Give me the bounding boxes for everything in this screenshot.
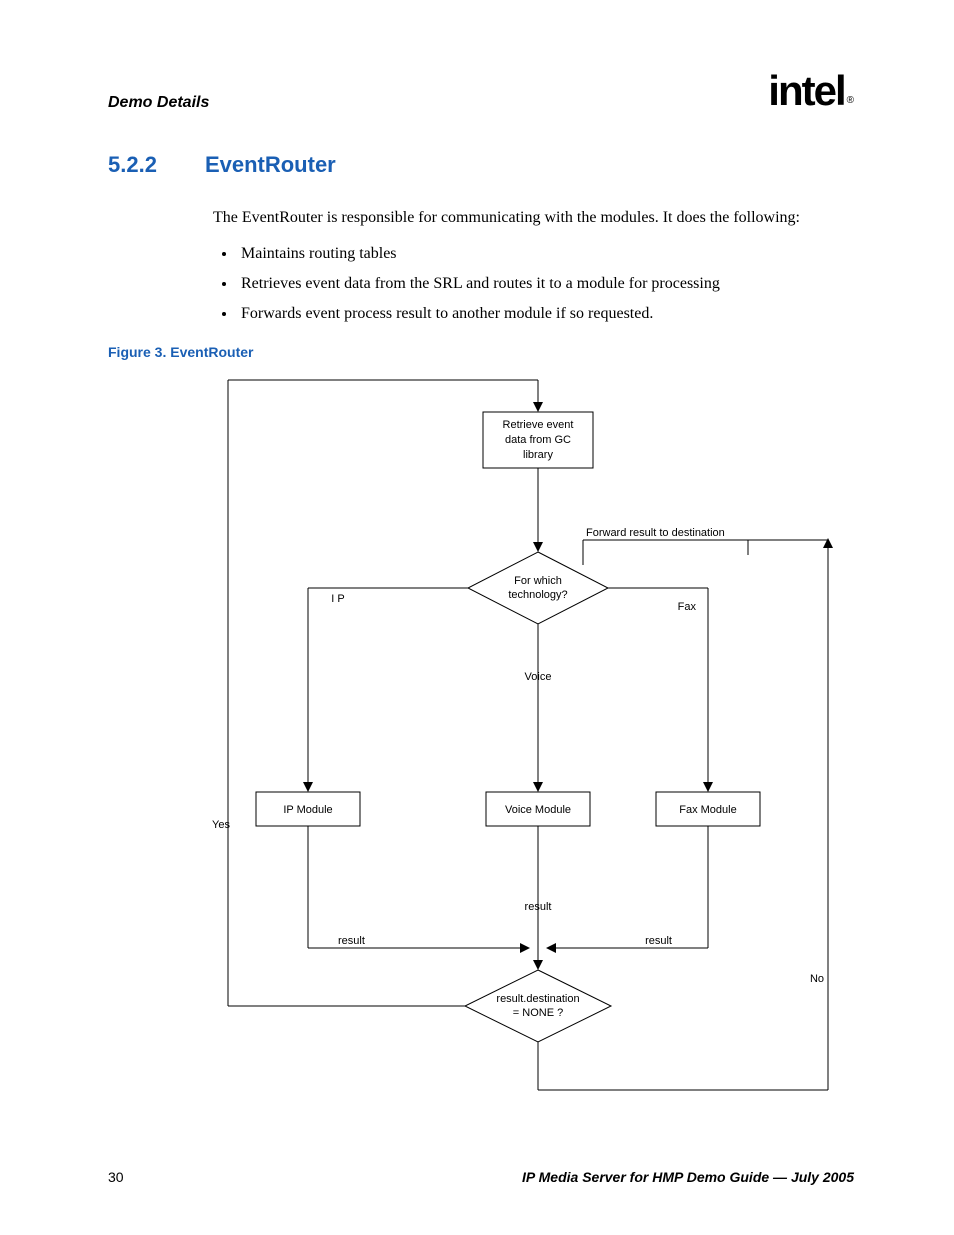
section-title: EventRouter [205,152,336,178]
decision1-l1: For which [514,575,562,587]
intro-paragraph: The EventRouter is responsible for commu… [213,206,854,230]
footer-doc-title: IP Media Server for HMP Demo Guide — Jul… [522,1169,854,1185]
fax-module-label: Fax Module [679,804,736,816]
branch-fax: Fax [678,601,697,613]
section-number: 5.2.2 [108,152,157,178]
voice-module-label: Voice Module [505,804,571,816]
section-heading: 5.2.2 EventRouter [108,152,854,178]
branch-ip: I P [331,593,344,605]
registered-mark: ® [847,95,854,106]
decision2-l1: result.destination [496,993,579,1005]
bullet-item: Maintains routing tables [237,242,854,266]
flowchart-diagram: Retrieve event data from GC library Forw… [108,370,848,1130]
page-header: Demo Details intel® [108,70,854,112]
bullet-list: Maintains routing tables Retrieves event… [213,242,854,326]
no-label: No [810,973,824,985]
forward-label: Forward result to destination [586,527,725,539]
decision-technology [468,552,608,624]
figure-caption: Figure 3. EventRouter [108,344,854,360]
retrieve-l1: Retrieve event [503,419,574,431]
decision1-l2: technology? [508,589,567,601]
retrieve-l3: library [523,449,553,461]
ip-result: result [338,935,365,947]
retrieve-l2: data from GC [505,434,571,446]
ip-module-label: IP Module [283,804,332,816]
fax-result: result [645,935,672,947]
intel-logo-text: intel [768,67,844,114]
branch-voice: Voice [525,671,552,683]
running-title: Demo Details [108,94,209,112]
decision-destination [465,970,611,1042]
bullet-item: Retrieves event data from the SRL and ro… [237,272,854,296]
intel-logo: intel® [768,70,854,112]
bullet-item: Forwards event process result to another… [237,302,854,326]
page-number: 30 [108,1169,124,1185]
voice-result: result [525,901,552,913]
page-footer: 30 IP Media Server for HMP Demo Guide — … [108,1169,854,1185]
decision2-l2: = NONE ? [513,1007,563,1019]
